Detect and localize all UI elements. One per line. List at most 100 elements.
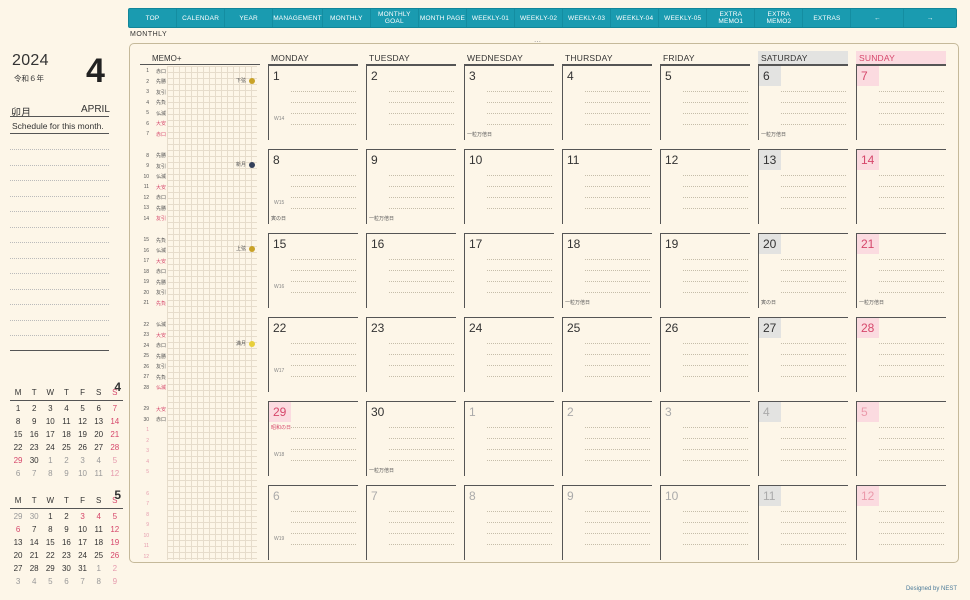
nav-tab-calendar[interactable]: CALENDAR xyxy=(177,9,226,27)
mini-calendar-day[interactable]: 21 xyxy=(26,551,42,560)
mini-calendar-day[interactable]: 5 xyxy=(75,404,91,413)
mini-calendar-day[interactable]: 14 xyxy=(107,417,123,426)
mini-calendar-day[interactable]: 2 xyxy=(26,404,42,413)
nav-tab-monthly-goal[interactable]: MONTHLY GOAL xyxy=(371,9,419,27)
schedule-line[interactable] xyxy=(10,180,109,181)
day-cell[interactable]: 10 xyxy=(464,149,554,224)
mini-calendar-day[interactable]: 6 xyxy=(10,525,26,534)
mini-calendar-day[interactable]: 7 xyxy=(26,525,42,534)
mini-calendar-day[interactable]: 6 xyxy=(58,577,74,586)
mini-calendar-day[interactable]: 29 xyxy=(10,456,26,465)
mini-calendar-day[interactable]: 4 xyxy=(91,456,107,465)
mini-calendar-day[interactable]: 30 xyxy=(26,512,42,521)
memo-grid-area[interactable] xyxy=(167,66,257,560)
day-cell[interactable]: 23 xyxy=(366,317,456,392)
nav-prev-arrow-icon[interactable]: ← xyxy=(851,9,905,27)
day-cell[interactable]: 11 xyxy=(562,149,652,224)
day-cell[interactable]: 3 一粒万倍日 xyxy=(464,65,554,140)
mini-calendar-day[interactable]: 8 xyxy=(10,417,26,426)
mini-calendar-day[interactable]: 5 xyxy=(107,456,123,465)
day-cell[interactable]: 1 xyxy=(464,401,554,476)
day-cell[interactable]: 5 xyxy=(660,65,750,140)
mini-calendar-day[interactable]: 12 xyxy=(107,525,123,534)
schedule-line[interactable] xyxy=(10,258,109,259)
nav-tab-month-page[interactable]: MONTH PAGE xyxy=(419,9,467,27)
schedule-line[interactable] xyxy=(10,289,109,290)
mini-calendar-day[interactable]: 3 xyxy=(10,577,26,586)
day-cell[interactable]: 9 xyxy=(562,485,652,560)
mini-calendar-day[interactable]: 31 xyxy=(75,564,91,573)
mini-calendar-day[interactable]: 4 xyxy=(91,512,107,521)
mini-calendar-day[interactable]: 8 xyxy=(91,577,107,586)
mini-calendar-day[interactable]: 16 xyxy=(26,430,42,439)
day-cell[interactable]: 17 xyxy=(464,233,554,308)
mini-calendar-day[interactable]: 27 xyxy=(91,443,107,452)
mini-calendar-day[interactable]: 23 xyxy=(26,443,42,452)
mini-calendar-day[interactable]: 26 xyxy=(107,551,123,560)
day-cell[interactable]: 7 xyxy=(856,65,946,140)
mini-calendar-day[interactable]: 28 xyxy=(107,443,123,452)
mini-calendar-day[interactable]: 3 xyxy=(75,456,91,465)
mini-calendar-day[interactable]: 11 xyxy=(58,417,74,426)
mini-calendar-day[interactable]: 14 xyxy=(26,538,42,547)
schedule-line[interactable] xyxy=(10,149,109,150)
mini-calendar-day[interactable]: 9 xyxy=(58,525,74,534)
mini-calendar-day[interactable]: 15 xyxy=(10,430,26,439)
schedule-line[interactable] xyxy=(10,196,109,197)
mini-calendar-day[interactable]: 26 xyxy=(75,443,91,452)
mini-calendar-day[interactable]: 17 xyxy=(75,538,91,547)
mini-calendar-day[interactable]: 2 xyxy=(107,564,123,573)
day-cell[interactable]: 25 xyxy=(562,317,652,392)
day-cell[interactable]: 19 xyxy=(660,233,750,308)
day-cell[interactable]: 14 xyxy=(856,149,946,224)
mini-calendar-day[interactable]: 20 xyxy=(10,551,26,560)
day-cell[interactable]: 2 xyxy=(562,401,652,476)
mini-calendar-day[interactable]: 11 xyxy=(91,469,107,478)
day-cell[interactable]: 29 W18 昭和の日 xyxy=(268,401,358,476)
mini-calendar-day[interactable]: 10 xyxy=(75,525,91,534)
day-cell[interactable]: 20 寅の日 xyxy=(758,233,848,308)
mini-calendar-day[interactable]: 30 xyxy=(58,564,74,573)
schedule-line[interactable] xyxy=(10,273,109,274)
mini-calendar-day[interactable]: 7 xyxy=(26,469,42,478)
mini-calendar-day[interactable]: 4 xyxy=(58,404,74,413)
day-cell[interactable]: 26 xyxy=(660,317,750,392)
mini-calendar-day[interactable]: 8 xyxy=(42,469,58,478)
mini-calendar-day[interactable]: 24 xyxy=(75,551,91,560)
mini-calendar-day[interactable]: 8 xyxy=(42,525,58,534)
mini-calendar-day[interactable]: 1 xyxy=(42,512,58,521)
day-cell[interactable]: 27 xyxy=(758,317,848,392)
mini-calendar-day[interactable]: 7 xyxy=(107,404,123,413)
mini-calendar-day[interactable]: 25 xyxy=(58,443,74,452)
mini-calendar-may[interactable]: 5 M T W T F S S 29 30 1 2 3 4 5 6 7 8 9 10 11 12 13 14 15 16 17 18 1… xyxy=(10,488,123,588)
mini-calendar-day[interactable]: 11 xyxy=(91,525,107,534)
mini-calendar-day[interactable]: 9 xyxy=(26,417,42,426)
day-cell[interactable]: 11 xyxy=(758,485,848,560)
mini-calendar-day[interactable]: 27 xyxy=(10,564,26,573)
nav-tab-weekly-02[interactable]: WEEKLY-02 xyxy=(515,9,564,27)
day-cell[interactable]: 18 一粒万倍日 xyxy=(562,233,652,308)
day-cell[interactable]: 22 W17 xyxy=(268,317,358,392)
mini-calendar-day[interactable]: 1 xyxy=(10,404,26,413)
mini-calendar-day[interactable]: 9 xyxy=(58,469,74,478)
mini-calendar-day[interactable]: 19 xyxy=(107,538,123,547)
mini-calendar-day[interactable]: 5 xyxy=(42,577,58,586)
day-cell[interactable]: 30 一粒万倍日 xyxy=(366,401,456,476)
schedule-line[interactable] xyxy=(10,242,109,243)
nav-tab-management[interactable]: MANAGEMENT xyxy=(273,9,323,27)
mini-calendar-day[interactable]: 12 xyxy=(75,417,91,426)
mini-calendar-day[interactable]: 7 xyxy=(75,577,91,586)
mini-calendar-day[interactable]: 23 xyxy=(58,551,74,560)
nav-tab-extra-memo2[interactable]: EXTRA MEMO2 xyxy=(755,9,804,27)
mini-calendar-april[interactable]: 4 M T W T F S S 1 2 3 4 5 6 7 8 9 10 11 12 13 14 15 16 17 18 19 20 2… xyxy=(10,380,123,480)
mini-calendar-day[interactable]: 13 xyxy=(91,417,107,426)
day-cell[interactable]: 12 xyxy=(660,149,750,224)
schedule-line[interactable] xyxy=(10,227,109,228)
mini-calendar-day[interactable]: 20 xyxy=(91,430,107,439)
mini-calendar-day[interactable]: 25 xyxy=(91,551,107,560)
mini-calendar-day[interactable]: 18 xyxy=(58,430,74,439)
mini-calendar-day[interactable]: 6 xyxy=(91,404,107,413)
mini-calendar-day[interactable]: 29 xyxy=(10,512,26,521)
mini-calendar-day[interactable]: 9 xyxy=(107,577,123,586)
day-cell[interactable]: 28 xyxy=(856,317,946,392)
